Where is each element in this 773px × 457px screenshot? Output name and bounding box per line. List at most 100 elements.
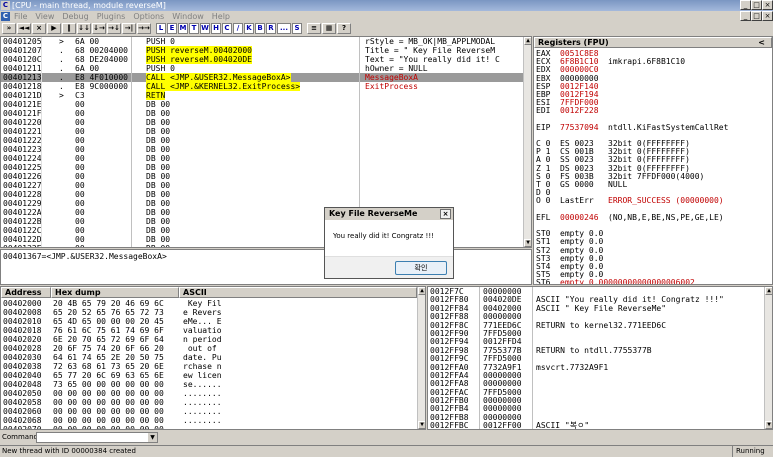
register-value: GS 0000 — [560, 180, 594, 189]
stack-value: 0012FF00 — [483, 421, 522, 430]
toolbar-windows-button[interactable]: W — [200, 23, 210, 34]
close-icon[interactable]: × — [762, 0, 773, 10]
scroll-up-icon[interactable]: ▲ — [418, 287, 425, 295]
dump-col-address[interactable]: Address — [1, 287, 51, 298]
disasm-row[interactable]: 00401205 >6A 00 PUSH 0 rStyle = MB_OK|MB_AP… — [1, 37, 531, 46]
registers-header[interactable]: Registers (FPU) < — [534, 37, 772, 48]
disasm-row[interactable]: 00401227 00 DB 00 — [1, 181, 531, 190]
menu-item-help[interactable]: Help — [212, 12, 230, 21]
disasm-row[interactable]: 0040120C. 68 DE204000 PUSH reverseM.004020… — [1, 55, 531, 64]
toolbar-source-button[interactable]: S — [292, 23, 302, 34]
disassembly-scrollbar[interactable]: ▲ ▼ — [523, 37, 531, 247]
menu-item-debug[interactable]: Debug — [62, 12, 88, 21]
toolbar-help-button[interactable]: ? — [337, 23, 351, 34]
dialog-close-icon[interactable]: × — [440, 209, 451, 219]
toolbar-options-button[interactable]: ≡ — [307, 23, 321, 34]
disasm-row[interactable]: 0040121F 00 DB 00 — [1, 109, 531, 118]
dialog-title-bar[interactable]: Key File ReverseMe × — [325, 208, 453, 220]
disasm-row[interactable]: 00401225 00 DB 00 — [1, 163, 531, 172]
disasm-hex: 68 DE204000 — [75, 55, 128, 64]
toolbar-step-into-button[interactable]: ↓↓ — [77, 23, 91, 34]
toolbar-executables-button[interactable]: E — [167, 23, 177, 34]
dump-address: 00402018 — [3, 326, 42, 335]
stack-scrollbar[interactable]: ▲ ▼ — [764, 287, 772, 429]
toolbar-trace-into-button[interactable]: →↓ — [107, 23, 121, 34]
toolbar-run-button[interactable]: ▶ — [47, 23, 61, 34]
scroll-up-icon[interactable]: ▲ — [524, 37, 531, 45]
toolbar-close-button[interactable]: × — [32, 23, 46, 34]
child-restore-icon[interactable]: □ — [751, 11, 762, 21]
registers-pane[interactable]: Registers (FPU) < EAX 0051C8E8 ECX 6F8B1C10… — [533, 36, 773, 285]
disasm-address: 00401221 — [3, 127, 42, 136]
disasm-row[interactable]: 00401211. 6A 00 PUSH 0 hOwner = NULL — [1, 64, 531, 73]
disasm-row[interactable]: 0040121D > C3 RETN — [1, 91, 531, 100]
disasm-row[interactable]: 00401207. 68 00204000 PUSH reverseM.004020… — [1, 46, 531, 55]
window-title: [CPU - main thread, module reverseM] — [12, 1, 166, 10]
dump-ascii: rchase n — [183, 362, 222, 371]
toolbar-pause-button[interactable]: ‖ — [62, 23, 76, 34]
cpu-window-icon[interactable]: C — [1, 12, 10, 21]
scroll-down-icon[interactable]: ▼ — [418, 421, 425, 429]
maximize-icon[interactable]: □ — [751, 0, 762, 10]
disasm-row[interactable]: 00401226 00 DB 00 — [1, 172, 531, 181]
disasm-row[interactable]: 00401224 00 DB 00 — [1, 154, 531, 163]
toolbar-animate-button[interactable]: →→ — [137, 23, 151, 34]
dump-hex: 20 4B 65 79 20 46 69 6C — [53, 299, 164, 308]
disasm-row[interactable]: 00401228 00 DB 00 — [1, 190, 531, 199]
child-minimize-icon[interactable]: _ — [740, 11, 751, 21]
menu-item-window[interactable]: Window — [172, 12, 204, 21]
scroll-up-icon[interactable]: ▲ — [765, 287, 772, 295]
toolbar-log-button[interactable]: L — [156, 23, 166, 34]
dump-ascii: Key Fil — [183, 299, 222, 308]
menu-item-plugins[interactable]: Plugins — [97, 12, 126, 21]
toolbar-appearance-button[interactable]: ▦ — [322, 23, 336, 34]
disasm-row[interactable]: 00401218. E8 9C000000 CALL <JMP.&KERNEL32.… — [1, 82, 531, 91]
dialog-ok-button[interactable]: 확인 — [395, 261, 447, 275]
disasm-hex: 00 — [75, 100, 85, 109]
disasm-command: DB 00 — [146, 172, 171, 181]
command-input[interactable]: ▼ — [36, 432, 158, 443]
dump-scrollbar[interactable]: ▲ ▼ — [417, 287, 425, 429]
toolbar-till-return-button[interactable]: →| — [122, 23, 136, 34]
toolbar-cpu-button[interactable]: C — [222, 23, 232, 34]
dump-col-ascii[interactable]: ASCII — [179, 287, 417, 298]
toolbar-run-trace-button[interactable]: ... — [277, 23, 291, 34]
stack-pane[interactable]: 0012F7C 00000000 0012FF80 004020DE ASCII "Yo… — [427, 286, 773, 430]
disasm-command: DB 00 — [146, 100, 171, 109]
minimize-icon[interactable]: _ — [740, 0, 751, 10]
disasm-row[interactable]: 00401223 00 DB 00 — [1, 145, 531, 154]
toolbar-breakpoints-button[interactable]: B — [255, 23, 265, 34]
child-close-icon[interactable]: × — [762, 11, 773, 21]
toolbar-rewind-button[interactable]: » — [2, 23, 16, 34]
toolbar-restart-button[interactable]: ◄◄ — [17, 23, 31, 34]
menu-item-options[interactable]: Options — [133, 12, 164, 21]
scroll-down-icon[interactable]: ▼ — [524, 239, 531, 247]
dump-ascii: se...... — [183, 380, 222, 389]
disasm-row[interactable]: 00401213. E8 4F010000 CALL <JMP.&USER32.Me… — [1, 73, 531, 82]
toolbar-handles-button[interactable]: H — [211, 23, 221, 34]
toolbar-step-over-button[interactable]: ↓→ — [92, 23, 106, 34]
disasm-hex: 00 — [75, 217, 85, 226]
toolbar-references-button[interactable]: R — [266, 23, 276, 34]
disasm-command: DB 00 — [146, 208, 171, 217]
disasm-hex: 00 — [75, 145, 85, 154]
disasm-hex: E8 4F010000 — [75, 73, 128, 82]
toolbar-call-stack-button[interactable]: K — [244, 23, 254, 34]
disasm-row[interactable]: 00401220 00 DB 00 — [1, 118, 531, 127]
scroll-down-icon[interactable]: ▼ — [765, 421, 772, 429]
disasm-row[interactable]: 00401221 00 DB 00 — [1, 127, 531, 136]
app-icon[interactable]: C — [1, 1, 10, 10]
toolbar-memory-button[interactable]: M — [178, 23, 188, 34]
registers-header-arrow[interactable]: < — [758, 38, 765, 47]
dump-address: 00402038 — [3, 362, 42, 371]
menu-item-file[interactable]: File — [14, 12, 27, 21]
register-value: 77537094 — [560, 122, 599, 132]
dump-pane[interactable]: Address Hex dump ASCII 00402000 20 4B 65 … — [0, 286, 426, 430]
toolbar-patches-button[interactable]: / — [233, 23, 243, 34]
disasm-row[interactable]: 0040121E 00 DB 00 — [1, 100, 531, 109]
menu-item-view[interactable]: View — [35, 12, 54, 21]
toolbar-threads-button[interactable]: T — [189, 23, 199, 34]
disasm-row[interactable]: 00401222 00 DB 00 — [1, 136, 531, 145]
chevron-down-icon[interactable]: ▼ — [148, 433, 157, 442]
dump-col-hex[interactable]: Hex dump — [51, 287, 179, 298]
